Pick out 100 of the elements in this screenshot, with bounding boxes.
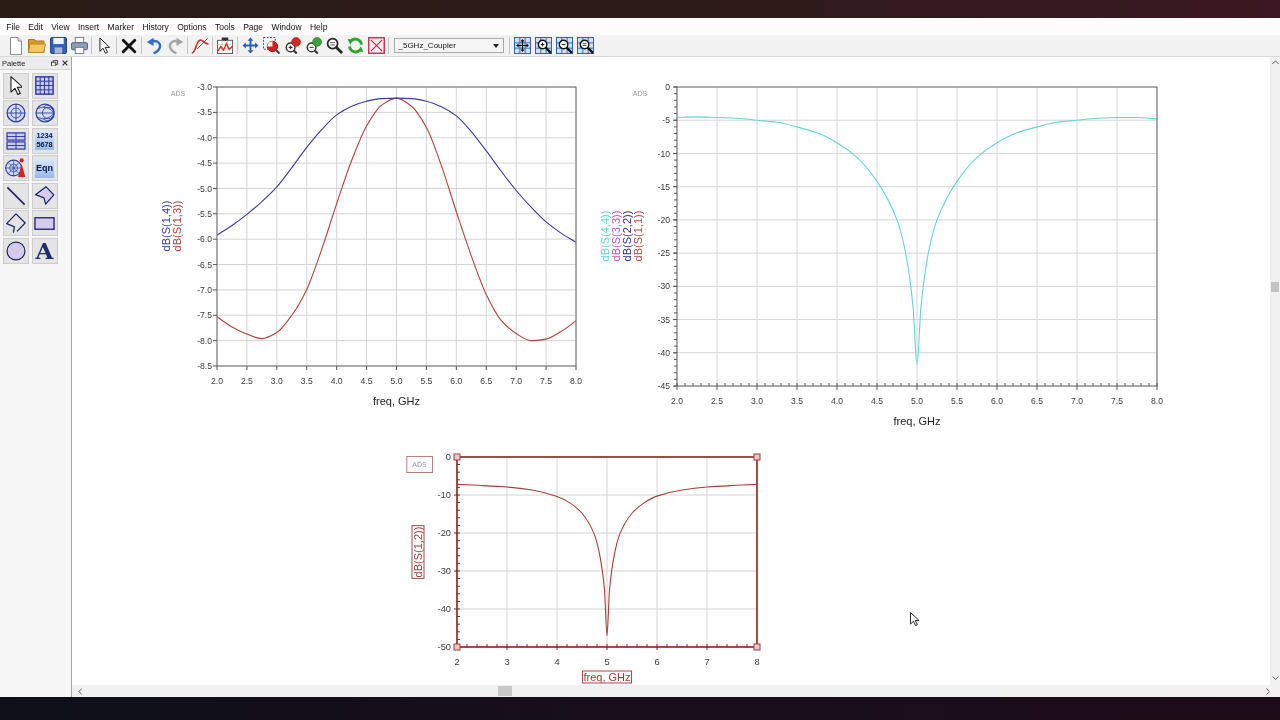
legend-label: dB(S(1,1)) — [632, 210, 644, 262]
scroll-down-icon[interactable] — [1271, 675, 1279, 680]
folder-icon[interactable] — [28, 38, 46, 53]
grid-zoom-out-icon[interactable] — [555, 37, 573, 54]
menu-item[interactable]: History — [138, 21, 174, 32]
print-icon[interactable] — [70, 37, 88, 54]
menu-item[interactable]: Insert — [73, 21, 104, 32]
y-tick-label: 0 — [445, 452, 451, 463]
scroll-up-icon[interactable] — [1271, 60, 1279, 65]
selection-handle-icon[interactable] — [453, 453, 461, 461]
x-tick-label: 4.5 — [360, 376, 373, 386]
y-tick-label: -8.0 — [197, 335, 212, 346]
palette-tool-button[interactable] — [2, 127, 29, 154]
menu-item[interactable]: Marker — [103, 21, 139, 32]
y-tick-label: -8.5 — [197, 361, 212, 372]
x-tick-label: 8.0 — [570, 376, 582, 386]
y-tick-label: -4.0 — [197, 132, 212, 143]
zoom-box-icon[interactable] — [262, 37, 280, 54]
chart-icon[interactable] — [217, 37, 233, 54]
legend-label: dB(S(2,2)) — [621, 210, 633, 262]
y-tick-label: -40 — [657, 347, 670, 358]
list-table-icon — [5, 131, 26, 150]
x-tick-label: 5.5 — [420, 376, 433, 386]
menu-item[interactable]: Edit — [24, 21, 48, 32]
move-arrows-icon[interactable] — [241, 37, 259, 54]
palette-tool-button[interactable] — [31, 182, 58, 209]
menu-item[interactable]: Tools — [210, 21, 239, 32]
pointer-icon[interactable] — [98, 37, 110, 54]
x-axis-title: freq, GHz — [581, 670, 633, 684]
x-tick-label: 2 — [454, 657, 460, 667]
palette-tool-button[interactable] — [31, 100, 58, 126]
selection-handle-icon[interactable] — [753, 453, 761, 461]
y-tick-label: -35 — [657, 314, 670, 325]
y-tick-label: -20 — [437, 528, 451, 539]
grid-magnifier-icon[interactable] — [576, 37, 594, 54]
polar-plot-icon — [5, 103, 26, 123]
x-tick-label: 4.5 — [871, 396, 883, 406]
palette-tool-button[interactable]: A — [31, 237, 58, 264]
palette-tool-button[interactable] — [2, 100, 29, 126]
x-tick-label: 2.0 — [211, 376, 223, 386]
float-window-icon[interactable] — [51, 59, 58, 67]
y-tick-label: -10 — [657, 148, 670, 159]
y-tick-label: -6.5 — [197, 259, 212, 270]
y-tick-label: -30 — [657, 281, 670, 292]
selection-handle-icon[interactable] — [453, 643, 461, 651]
table-grid-icon — [35, 76, 54, 95]
scroll-left-icon[interactable] — [78, 687, 83, 695]
menu-item[interactable]: Page — [238, 21, 268, 32]
save-icon[interactable] — [49, 37, 67, 54]
polyline-icon — [5, 213, 26, 233]
x-tick-label: 7.5 — [1111, 396, 1123, 406]
menu-item[interactable]: View — [47, 21, 74, 32]
legend-label: dB(S(1,2)) — [411, 525, 425, 579]
y-tick-label: -7.5 — [197, 310, 212, 321]
menu-item[interactable]: Window — [267, 21, 306, 32]
palette-tool-button[interactable] — [2, 155, 29, 181]
x-tick-label: 3.5 — [300, 376, 313, 386]
grid-zoom-in-icon[interactable] — [534, 37, 552, 54]
grid-arrows-icon[interactable] — [513, 37, 531, 54]
legend-label: dB(S(3,3)) — [610, 210, 622, 262]
scroll-right-icon[interactable] — [1265, 687, 1270, 695]
x-tick-label: 6.5 — [480, 376, 493, 386]
selection-handle-icon[interactable] — [753, 643, 761, 651]
boxed-x-icon[interactable] — [367, 37, 385, 54]
y-tick-label: 0 — [665, 82, 670, 93]
polygon-icon — [34, 186, 55, 205]
scrollbar-thumb[interactable] — [1271, 282, 1279, 293]
y-tick-label: -50 — [437, 642, 451, 653]
palette-tool-button[interactable] — [31, 210, 58, 236]
palette-tool-button[interactable] — [2, 182, 29, 209]
menu-item[interactable]: File — [2, 21, 25, 32]
palette-tool-button[interactable] — [2, 210, 29, 236]
y-tick-label: -5.0 — [197, 183, 212, 194]
mouse-cursor-icon — [910, 612, 919, 626]
palette-tool-button[interactable]: Eqn — [31, 155, 58, 181]
menu-item[interactable]: Help — [305, 21, 332, 32]
x-tick-label: 7.0 — [1071, 396, 1083, 406]
x-tick-label: 7.5 — [540, 376, 553, 386]
palette-tool-button[interactable] — [2, 72, 29, 99]
zoom-in-icon[interactable] — [283, 37, 301, 54]
x-tick-label: 2.0 — [671, 396, 683, 406]
menu-item[interactable]: Options — [173, 21, 211, 32]
curve-icon[interactable] — [191, 37, 209, 54]
palette-tool-button[interactable] — [31, 72, 58, 99]
close-icon[interactable] — [62, 60, 68, 66]
zoom-out-icon[interactable] — [304, 37, 322, 54]
x-tick-label: 4 — [554, 657, 560, 667]
scrollbar-thumb[interactable] — [498, 686, 513, 696]
palette-tool-button[interactable] — [2, 237, 29, 264]
caret-icon — [492, 43, 499, 48]
undo-arrow-icon[interactable] — [145, 37, 163, 54]
magnifier-icon[interactable] — [325, 37, 343, 54]
new-document-icon[interactable] — [10, 36, 22, 55]
design-dropdown[interactable]: _5GHz_Coupler — [393, 38, 504, 53]
x-tick-label: 5 — [604, 657, 610, 667]
x-tick-label: 4.0 — [330, 376, 343, 386]
y-tick-label: -25 — [657, 248, 670, 259]
plot-frame[interactable] — [456, 456, 758, 648]
circle-icon — [5, 240, 26, 261]
x-mark-icon[interactable] — [121, 37, 137, 54]
